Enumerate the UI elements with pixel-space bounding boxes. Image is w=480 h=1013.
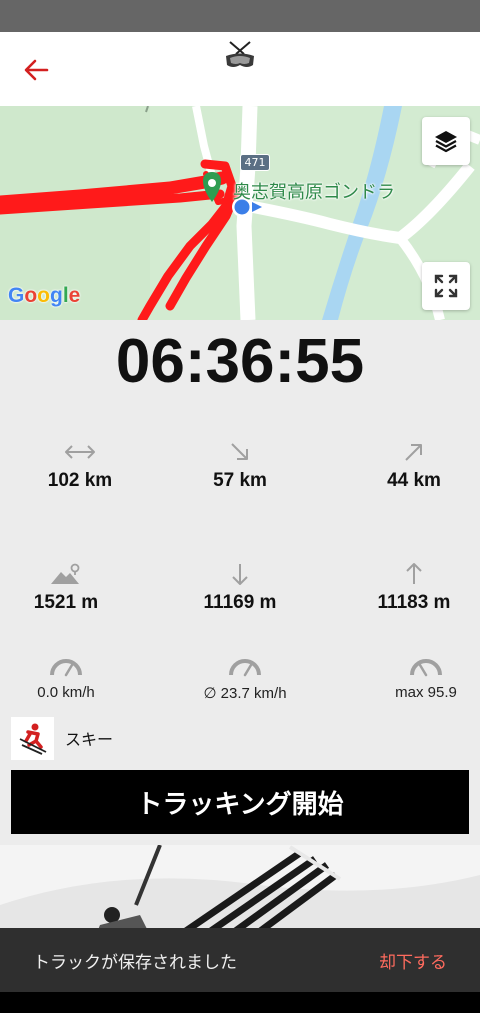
place-label: 奥志賀高原ゴンドラ bbox=[233, 182, 395, 203]
descent-value: 11169 m bbox=[203, 592, 277, 613]
snackbar-dismiss-button[interactable]: 却下する bbox=[379, 948, 447, 973]
stat-current-speed: 0.0 km/h bbox=[0, 654, 146, 701]
altitude-value: 1521 m bbox=[33, 592, 99, 613]
back-button[interactable] bbox=[14, 52, 58, 88]
skier-icon bbox=[11, 716, 54, 760]
status-bar bbox=[0, 0, 480, 32]
uphill-distance-value: 44 km bbox=[387, 470, 441, 491]
stat-ascent: 11183 m bbox=[334, 562, 480, 614]
activity-selector[interactable]: スキー bbox=[11, 716, 113, 760]
layers-button[interactable] bbox=[422, 117, 470, 165]
speedometer-icon bbox=[410, 659, 442, 677]
map-view[interactable]: 471 奥志賀高原ゴンドラ Google bbox=[0, 106, 480, 320]
stat-uphill-distance: 44 km bbox=[334, 440, 480, 492]
speedometer-icon bbox=[229, 659, 261, 677]
skier-goggles-logo-icon bbox=[222, 38, 258, 74]
distance-value: 102 km bbox=[47, 470, 113, 491]
fullscreen-button[interactable] bbox=[422, 262, 470, 310]
snackbar: トラックが保存されました 却下する bbox=[0, 928, 480, 992]
stat-downhill-distance: 57 km bbox=[160, 440, 320, 492]
activity-label: スキー bbox=[65, 730, 114, 749]
horizontal-arrows-icon bbox=[65, 445, 95, 459]
stat-distance: 102 km bbox=[0, 440, 160, 492]
arrow-down-icon bbox=[232, 564, 248, 585]
fullscreen-icon bbox=[434, 274, 458, 298]
system-nav-bar bbox=[0, 992, 480, 1013]
arrow-up-icon bbox=[406, 563, 422, 584]
stat-max-speed: max 95.9 bbox=[346, 654, 480, 701]
route-shield: 471 bbox=[240, 154, 270, 171]
promo-image bbox=[0, 845, 480, 935]
arrow-up-right-icon bbox=[405, 444, 422, 461]
snackbar-message: トラックが保存されました bbox=[33, 952, 237, 973]
arrow-left-icon bbox=[24, 59, 49, 81]
start-tracking-button[interactable]: トラッキング開始 bbox=[11, 770, 469, 834]
google-attribution: Google bbox=[8, 284, 81, 307]
mountain-pin-icon bbox=[51, 563, 80, 584]
max-speed-value: max 95.9 bbox=[395, 684, 457, 701]
current-speed-value: 0.0 km/h bbox=[37, 684, 95, 701]
layers-icon bbox=[435, 131, 457, 153]
stat-avg-speed: ∅ 23.7 km/h bbox=[165, 654, 325, 702]
promo-banner[interactable] bbox=[0, 845, 480, 935]
avg-speed-value: ∅ 23.7 km/h bbox=[203, 685, 287, 702]
arrow-down-right-icon bbox=[231, 443, 248, 460]
downhill-distance-value: 57 km bbox=[213, 470, 267, 491]
ascent-value: 11183 m bbox=[377, 592, 451, 613]
app-header bbox=[0, 32, 480, 106]
stat-descent: 11169 m bbox=[160, 562, 320, 614]
speedometer-icon bbox=[50, 659, 82, 677]
elapsed-timer: 06:36:55 bbox=[115, 327, 365, 396]
stat-altitude: 1521 m bbox=[0, 562, 146, 614]
